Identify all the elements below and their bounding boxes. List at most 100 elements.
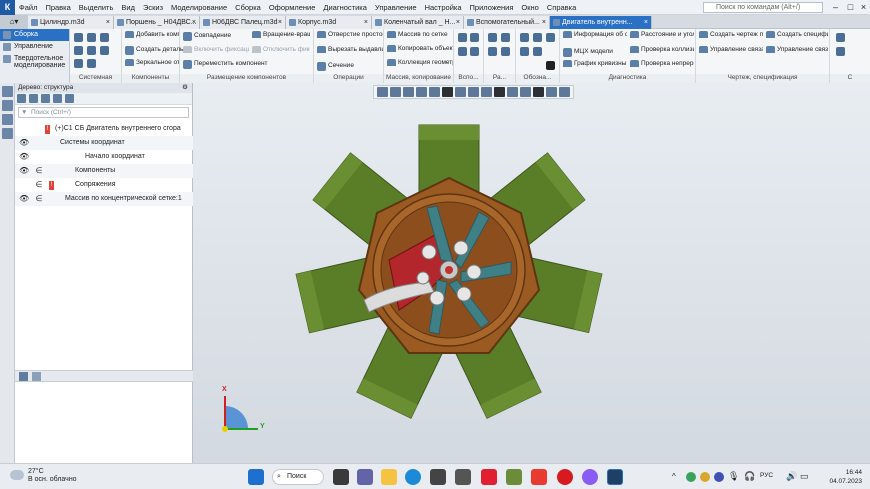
mode-management[interactable]: Управление [0, 41, 69, 53]
create-specification-button[interactable]: Создать спецификаци... [766, 31, 828, 38]
app-icon-2[interactable] [506, 469, 522, 485]
menu-diagnostics[interactable]: Диагностика [319, 0, 370, 15]
create-drawing-button[interactable]: Создать чертеж по модели [699, 31, 763, 38]
tree-item-pattern[interactable]: 👁 ∈ Массив по концентрической сетке:1 [15, 192, 193, 206]
tab-pin[interactable]: Н06ДВС Палец.m3d × [200, 16, 286, 29]
tray-chevron-icon[interactable]: ^ [672, 472, 676, 481]
model-viewport[interactable]: X Y [193, 83, 870, 463]
export-icon[interactable] [836, 47, 845, 56]
menu-assembly[interactable]: Сборка [231, 0, 265, 15]
close-icon[interactable]: × [856, 0, 870, 15]
continuity-check-button[interactable]: Проверка непрерывности [630, 60, 694, 67]
report-icon[interactable] [836, 33, 845, 42]
mode-solid-modeling[interactable]: Твердотельное моделирование [0, 53, 69, 71]
tree-item-components[interactable]: 👁 ∈ Компоненты [15, 164, 193, 178]
menu-modeling[interactable]: Моделирование [167, 0, 231, 15]
move-component-button[interactable]: Переместить компонент [183, 60, 268, 69]
curvature-graph-button[interactable]: График кривизны [563, 60, 627, 67]
opera-icon[interactable] [557, 469, 573, 485]
speaker-icon[interactable]: 🔊 [786, 471, 797, 482]
clock[interactable]: 16:44 04.07.2023 [829, 468, 862, 486]
plane-icon[interactable] [458, 33, 467, 42]
menu-window[interactable]: Окно [517, 0, 542, 15]
eye-icon[interactable]: 👁 [19, 192, 29, 206]
section-button[interactable]: Сечение [317, 62, 354, 71]
menu-file[interactable]: Файл [15, 0, 41, 15]
eye-icon[interactable]: 👁 [19, 150, 29, 164]
engine-model[interactable] [193, 83, 870, 463]
menu-select[interactable]: Выделить [75, 0, 118, 15]
tree-item-origin[interactable]: 👁 Начало координат [15, 150, 193, 164]
menu-help[interactable]: Справка [543, 0, 580, 15]
save-icon[interactable] [100, 33, 109, 42]
angle-dimension-icon[interactable] [501, 33, 510, 42]
mark-icon[interactable] [533, 47, 542, 56]
axis-icon[interactable] [470, 33, 479, 42]
add-component-button[interactable]: Добавить компонент из... [125, 31, 179, 38]
menu-view[interactable]: Вид [117, 0, 139, 15]
home-icon[interactable]: ⌂▾ [0, 15, 28, 29]
tree-icon[interactable] [2, 86, 13, 97]
weather-widget[interactable]: 27°C В осн. облачно [10, 468, 77, 484]
store-icon[interactable] [430, 469, 446, 485]
distance-angle-button[interactable]: Расстояние и угол [630, 31, 694, 38]
alice-icon[interactable] [582, 469, 598, 485]
properties-bottom-icon[interactable] [32, 372, 41, 381]
enable-fix-button[interactable]: Включить фиксацию [183, 46, 249, 53]
base-icon[interactable] [546, 33, 555, 42]
mass-properties-button[interactable]: МЦХ модели [563, 48, 613, 57]
battery-icon[interactable]: ▭ [800, 471, 809, 482]
menu-design[interactable]: Оформление [265, 0, 320, 15]
leader-icon[interactable] [520, 33, 529, 42]
cut-icon[interactable] [74, 46, 83, 55]
tree-structure-icon[interactable] [29, 94, 38, 103]
redo-icon[interactable] [87, 59, 96, 68]
tab-crankshaft[interactable]: Коленчатый вал _ Н... × [372, 16, 464, 29]
tree-components-icon[interactable] [41, 94, 50, 103]
yandex-icon[interactable] [481, 469, 497, 485]
tab-engine[interactable]: Двигатель внутренн... × [550, 16, 652, 29]
new-file-icon[interactable] [74, 33, 83, 42]
diameter-icon[interactable] [501, 47, 510, 56]
headset-icon[interactable]: 🎧 [744, 471, 755, 482]
tab-auxiliary[interactable]: Вспомогательный... × [464, 16, 550, 29]
task-view-icon[interactable] [333, 469, 349, 485]
copy-objects-button[interactable]: Копировать объекты [387, 45, 453, 52]
tree-item-root[interactable]: ! (+)С1 СБ Двигатель внутреннего сгора [15, 122, 193, 136]
tolerance-icon[interactable] [520, 47, 529, 56]
start-icon[interactable] [248, 469, 264, 485]
properties-icon[interactable] [2, 128, 13, 139]
tree-item-mates[interactable]: ∈ ! Сопряжения [15, 178, 193, 192]
cut-extrude-button[interactable]: Вырезать выдавливанием [317, 46, 383, 53]
yandex-browser-icon[interactable] [531, 469, 547, 485]
variables-icon[interactable] [2, 114, 13, 125]
kompas-logo-icon[interactable]: К [0, 0, 15, 15]
menu-edit[interactable]: Правка [41, 0, 74, 15]
coincidence-button[interactable]: Совпадение [183, 32, 231, 41]
array-grid-button[interactable]: Массив по сетке [387, 31, 453, 38]
language-indicator[interactable]: РУС [760, 472, 773, 479]
kompas-taskbar-icon[interactable] [607, 469, 623, 485]
tree-sort-icon[interactable] [65, 94, 74, 103]
edge-icon[interactable] [405, 469, 421, 485]
tree-item-coordinate-systems[interactable]: 👁 Системы координат [15, 136, 193, 150]
roughness-icon[interactable] [533, 33, 542, 42]
collision-check-button[interactable]: Проверка коллизий [630, 46, 694, 53]
tree-search-input[interactable]: ▼ Поиск (Ctrl+/) [18, 107, 189, 118]
mirror-component-button[interactable]: Зеркальное отражение ко... [125, 59, 179, 66]
explorer-icon[interactable] [381, 469, 397, 485]
dimension-icon[interactable] [488, 33, 497, 42]
open-file-icon[interactable] [87, 33, 96, 42]
tab-cylinder[interactable]: Цилиндр.m3d × [28, 16, 114, 29]
teams-icon[interactable] [357, 469, 373, 485]
geometry-collection-button[interactable]: Коллекция геометрии [387, 59, 453, 66]
simple-hole-button[interactable]: Отверстие простое [317, 31, 383, 38]
eye-icon[interactable]: 👁 [19, 136, 29, 150]
menu-sketch[interactable]: Эскиз [139, 0, 167, 15]
minimize-icon[interactable]: – [828, 0, 843, 15]
tray-app-icon[interactable] [686, 472, 696, 482]
menu-settings[interactable]: Настройка [421, 0, 466, 15]
text-icon[interactable] [546, 61, 555, 70]
tree-bottom-icon[interactable] [19, 372, 28, 381]
lcs-icon[interactable] [470, 47, 479, 56]
